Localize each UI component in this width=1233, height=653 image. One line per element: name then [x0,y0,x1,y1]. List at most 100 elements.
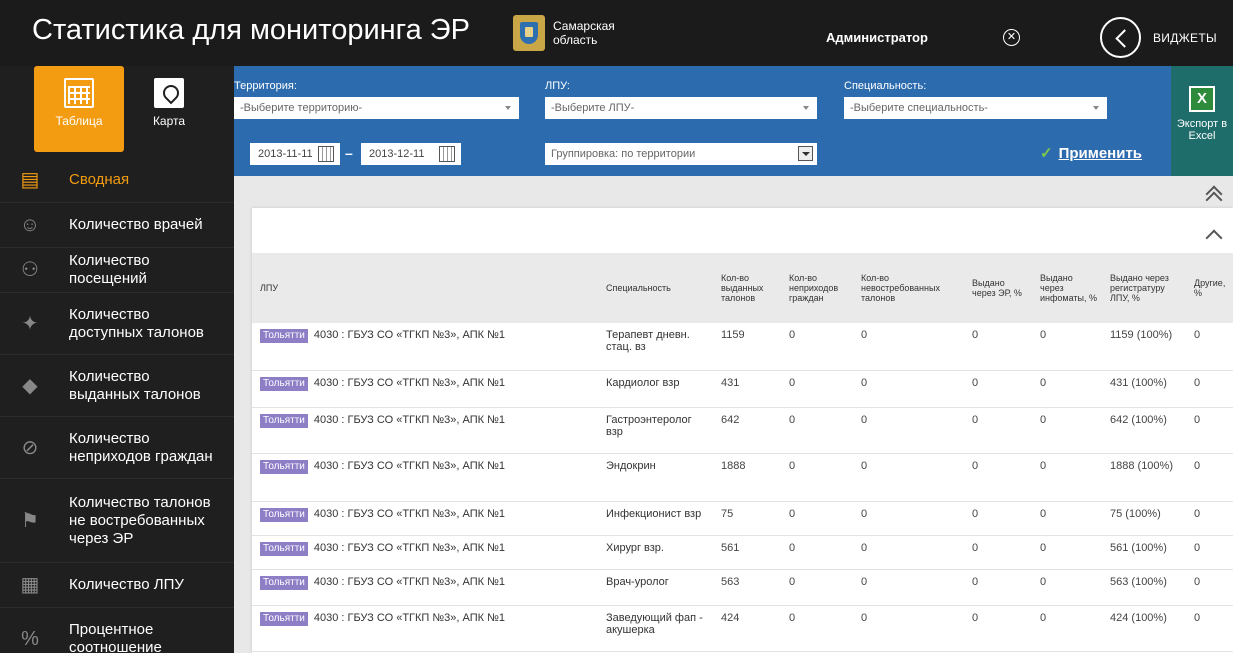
territory-select-value: -Выберите территорию- [240,102,363,114]
lpu-label: ЛПУ: [545,80,570,92]
sidebar-item-label: Количество ЛПУ [69,576,184,593]
excel-icon: X [1189,86,1215,112]
column-header[interactable]: Кол-во неприходов граждан [781,253,853,323]
collapse-all-icon[interactable] [1203,184,1223,204]
chevron-up-icon[interactable] [1205,226,1221,242]
sidebar-item-unclaimed[interactable]: ⚑ Количество талонов не востребованных ч… [0,479,234,563]
er-cell: 0 [964,407,1032,454]
territory-label: Территория: [234,80,297,92]
sidebar-item-label: Количество неприходов граждан [69,429,213,465]
logout-icon[interactable]: ✕ [1003,29,1020,46]
column-header[interactable]: Специальность [598,253,713,323]
grouping-select[interactable]: Группировка: по территории [545,143,817,165]
registry-cell: 431 (100%) [1102,370,1186,408]
calendar-icon[interactable] [318,146,334,162]
infomat-cell: 0 [1032,605,1102,652]
other-cell: 0 [1186,535,1233,570]
column-header[interactable]: Кол-во выданных талонов [713,253,781,323]
sidebar-item-available-tickets[interactable]: ✦ Количество доступных талонов [0,293,234,355]
region-selector[interactable]: Самарская область [513,11,633,55]
er-cell: 0 [964,535,1032,570]
sidebar-item-no-show[interactable]: ⊘ Количество неприходов граждан [0,417,234,479]
sidebar-item-label: Процентное соотношение [69,620,162,653]
specialty-select[interactable]: -Выберите специальность- [844,97,1107,119]
lpu-select[interactable]: -Выберите ЛПУ- [545,97,817,119]
infomat-cell: 0 [1032,323,1102,371]
export-excel-button[interactable]: X Экспорт в Excel [1171,66,1233,176]
app-root: Статистика для мониторинга ЭР Самарская … [0,0,1233,653]
column-header[interactable]: ЛПУ [252,253,598,323]
lpu-name: 4030 : ГБУЗ СО «ТГКП №3», АПК №1 [313,575,506,588]
infomat-cell: 0 [1032,453,1102,502]
table-row: Тольятти 4030 : ГБУЗ СО «ТГКП №3», АПК №1… [252,453,1233,502]
specialty-select-value: -Выберите специальность- [850,102,988,114]
unclaimed-cell: 0 [853,370,964,408]
other-cell: 0 [1186,569,1233,606]
map-icon [154,78,184,108]
table-row: Тольятти 4030 : ГБУЗ СО «ТГКП №3», АПК №1… [252,569,1233,606]
lpu-cell: Тольятти 4030 : ГБУЗ СО «ТГКП №3», АПК №1 [252,569,598,606]
sidebar-item-summary[interactable]: ▤ Сводная [0,158,234,203]
date-to-input[interactable]: 2013-12-11 [361,143,461,165]
specialty-cell: Эндокрин [598,453,713,502]
chevron-down-icon [803,106,809,110]
sidebar-item-visits[interactable]: ⚇ Количество посещений [0,248,234,293]
column-header[interactable]: Выдано через регистратуру ЛПУ, % [1102,253,1186,323]
date-from-input[interactable]: 2013-11-11 [250,143,340,165]
other-cell: 0 [1186,407,1233,454]
hospital-icon: ▦ [20,574,40,596]
specialty-cell: Кардиолог взр [598,370,713,408]
specialty-cell: Гастроэнтеролог взр [598,407,713,454]
region-name: Самарская область [553,19,615,47]
table-body: Тольятти 4030 : ГБУЗ СО «ТГКП №3», АПК №1… [252,323,1233,652]
visits-icon: ⚇ [21,259,39,281]
view-map-button[interactable]: Карта [124,66,214,152]
checkmark-icon: ✓ [1040,145,1053,162]
column-header[interactable]: Выдано через инфоматы, % [1032,253,1102,323]
sidebar-item-label: Сводная [69,171,130,188]
lpu-cell: Тольятти 4030 : ГБУЗ СО «ТГКП №3», АПК №1 [252,407,598,454]
top-bar: Статистика для мониторинга ЭР Самарская … [0,0,1233,66]
issued-cell: 1159 [713,323,781,371]
sidebar-item-issued-tickets[interactable]: ◆ Количество выданных талонов [0,355,234,417]
city-badge: Тольятти [260,376,308,391]
lpu-cell: Тольятти 4030 : ГБУЗ СО «ТГКП №3», АПК №1 [252,535,598,570]
sidebar-item-doctors[interactable]: ☺ Количество врачей [0,203,234,248]
column-header[interactable]: Другие, % [1186,253,1233,323]
table-icon [64,78,94,108]
territory-select[interactable]: -Выберите территорию- [234,97,519,119]
sidebar-item-lpu-count[interactable]: ▦ Количество ЛПУ [0,563,234,608]
calendar-icon[interactable] [439,146,455,162]
lpu-name: 4030 : ГБУЗ СО «ТГКП №3», АПК №1 [313,611,506,624]
city-badge: Тольятти [260,413,308,428]
other-cell: 0 [1186,605,1233,652]
table-row: Тольятти 4030 : ГБУЗ СО «ТГКП №3», АПК №1… [252,323,1233,371]
sidebar-item-percent[interactable]: % Процентное соотношение [0,608,234,653]
apply-button[interactable]: ✓ Применить [1040,144,1142,162]
table-panel: ЛПУ Специальность Кол-во выданных талоно… [252,208,1233,653]
column-header[interactable]: Выдано через ЭР, % [964,253,1032,323]
lpu-name: 4030 : ГБУЗ СО «ТГКП №3», АПК №1 [313,507,506,520]
issued-tickets-icon: ◆ [22,374,38,397]
noshow-cell: 0 [781,605,853,652]
sidebar: Таблица Карта ▤ Сводная ☺ Количество вра… [0,66,234,653]
grouping-select-value: Группировка: по территории [551,148,696,160]
lpu-cell: Тольятти 4030 : ГБУЗ СО «ТГКП №3», АПК №1 [252,323,598,371]
back-button[interactable] [1100,17,1141,58]
infomat-cell: 0 [1032,370,1102,408]
issued-cell: 424 [713,605,781,652]
view-table-label: Таблица [55,114,103,128]
lpu-name: 4030 : ГБУЗ СО «ТГКП №3», АПК №1 [313,376,506,389]
er-cell: 0 [964,605,1032,652]
view-map-label: Карта [152,114,186,128]
other-cell: 0 [1186,501,1233,536]
date-from-value: 2013-11-11 [258,148,313,160]
widgets-link[interactable]: ВИДЖЕТЫ [1153,31,1217,45]
lpu-name: 4030 : ГБУЗ СО «ТГКП №3», АПК №1 [313,541,506,554]
issued-cell: 563 [713,569,781,606]
lpu-select-value: -Выберите ЛПУ- [551,102,635,114]
view-table-button[interactable]: Таблица [34,66,124,152]
column-header[interactable]: Кол-во невостребованных талонов [853,253,964,323]
specialty-cell: Инфекционист взр [598,501,713,536]
infomat-cell: 0 [1032,535,1102,570]
